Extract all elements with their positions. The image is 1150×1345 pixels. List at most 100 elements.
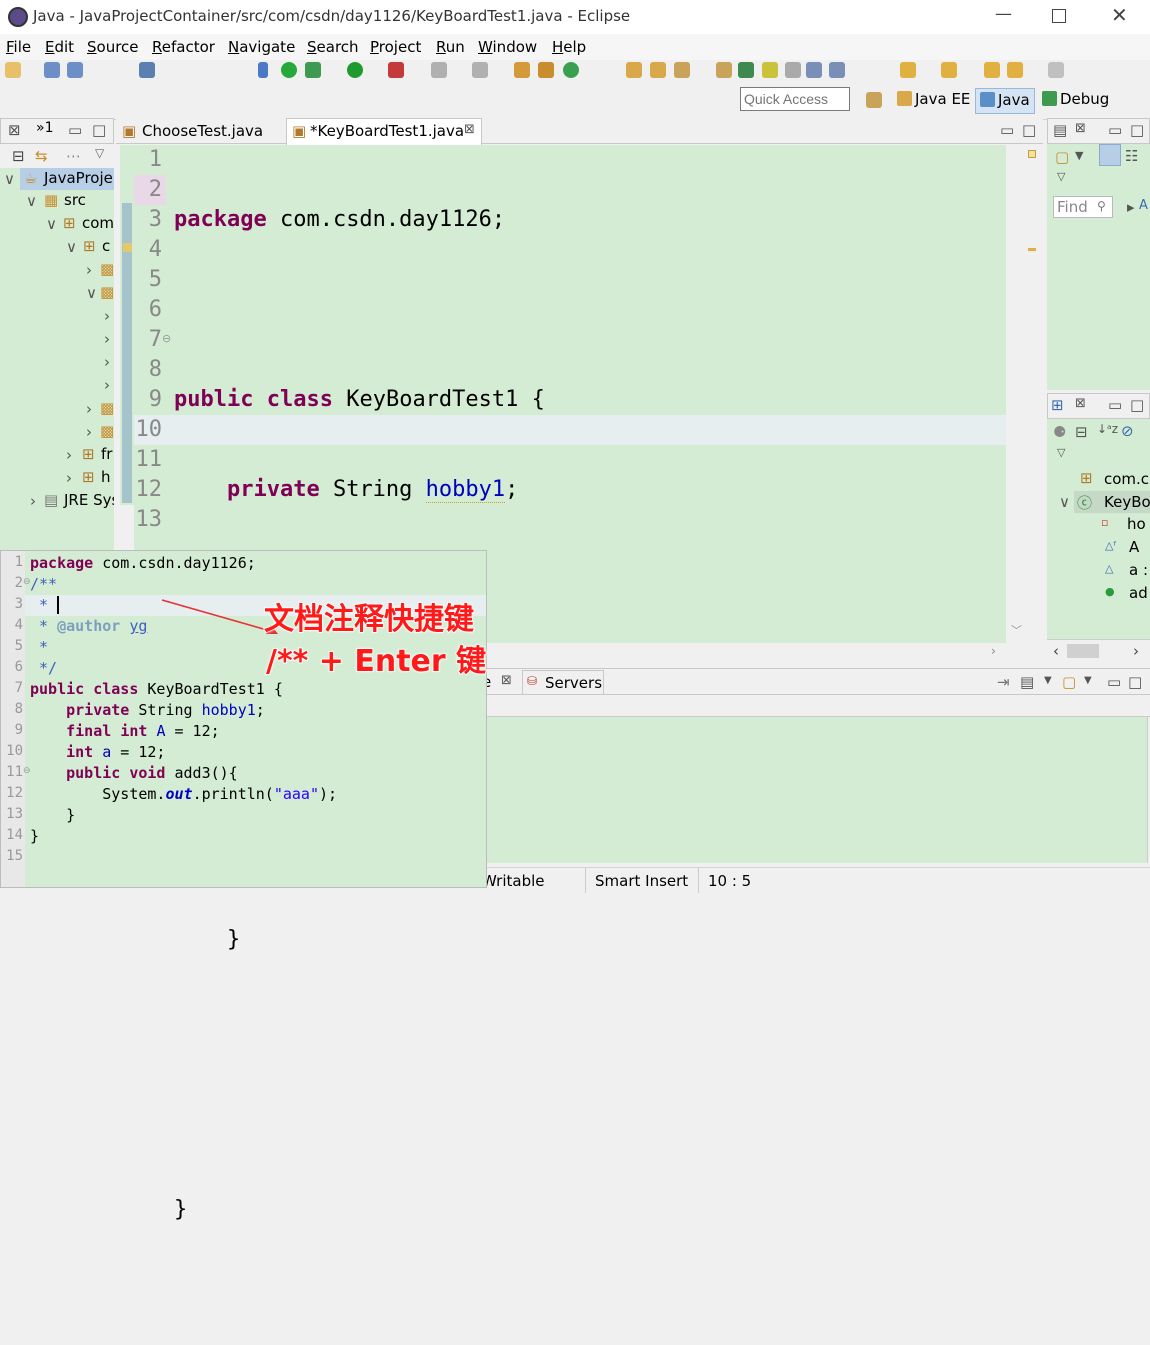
close-tab-icon[interactable]: ⊠ — [501, 673, 512, 688]
close-tab-icon[interactable]: ⊠ — [464, 122, 475, 137]
tree-item-jre[interactable]: JRE Sys — [64, 491, 114, 509]
new-icon[interactable] — [5, 62, 21, 78]
collapse-icon[interactable]: › — [86, 261, 92, 279]
collapse-all-icon[interactable]: ⊟ — [1075, 423, 1088, 441]
highlight-icon[interactable] — [762, 62, 778, 78]
minimize-editor-icon[interactable]: ▭ — [1000, 121, 1014, 139]
fold-icon[interactable]: ⊖ — [162, 332, 171, 345]
back-icon[interactable] — [1007, 62, 1023, 78]
save-icon[interactable] — [44, 62, 60, 78]
hide-nonpublic-icon[interactable]: ⊘ — [1121, 422, 1134, 440]
task-list-icon[interactable]: ▤ — [1053, 121, 1067, 139]
view-menu-icon[interactable]: ▽ — [1057, 170, 1065, 183]
all-icon[interactable]: A — [1139, 198, 1148, 213]
perspective-java[interactable]: Java — [975, 88, 1035, 114]
chevron-down-icon[interactable]: ▼ — [1084, 675, 1092, 686]
terminal-icon[interactable] — [139, 62, 155, 78]
tab-keyboardtest1[interactable]: ▣ *KeyBoardTest1.java ⊠ — [286, 118, 482, 145]
run-icon[interactable] — [347, 62, 363, 78]
minimize-view-icon[interactable]: ▭ — [1108, 396, 1122, 414]
search-icon[interactable] — [674, 62, 690, 78]
collapse-icon[interactable]: › — [66, 469, 72, 487]
menu-help[interactable]: Help — [552, 38, 586, 56]
scroll-right-icon[interactable]: › — [1133, 642, 1139, 660]
view-menu-icon[interactable]: ⋯ — [66, 147, 81, 165]
next-annotation-icon[interactable] — [900, 62, 916, 78]
hide-fields-icon[interactable]: ⚈ — [1053, 423, 1066, 441]
open-task-icon[interactable] — [650, 62, 666, 78]
quick-access-input[interactable] — [740, 87, 850, 111]
minimize-view-icon[interactable]: ▭ — [1107, 673, 1121, 691]
collapse-icon[interactable]: › — [66, 446, 72, 464]
collapse-icon[interactable]: › — [86, 400, 92, 418]
skip-breakpoints-icon[interactable] — [258, 62, 268, 78]
filter-icon[interactable] — [1099, 144, 1121, 166]
collapse-icon[interactable]: › — [104, 353, 110, 371]
maximize-view-icon[interactable]: □ — [1130, 121, 1144, 139]
link-editor-icon[interactable]: ⇆ — [35, 147, 48, 165]
perspective-debug[interactable]: Debug — [1038, 88, 1113, 114]
chevron-down-icon[interactable]: ▼ — [1075, 149, 1083, 162]
close-view-icon[interactable]: ⊠ — [1075, 396, 1086, 411]
menu-refactor[interactable]: Refactor — [152, 38, 215, 56]
menu-project[interactable]: Project — [370, 38, 421, 56]
collapse-all-icon[interactable]: ⊟ — [12, 147, 25, 165]
menu-search[interactable]: Search — [307, 38, 359, 56]
menu-source[interactable]: Source — [87, 38, 139, 56]
outline-item-A[interactable]: A — [1129, 538, 1139, 556]
show-whitespace-icon[interactable] — [806, 62, 822, 78]
horizontal-scrollbar[interactable]: › — [486, 643, 1006, 665]
menu-window[interactable]: Window — [478, 38, 537, 56]
expand-icon[interactable]: ∨ — [66, 238, 77, 256]
outline-item-package[interactable]: com.c — [1104, 470, 1149, 488]
tree-item-package[interactable]: com — [82, 214, 114, 232]
open-type-icon[interactable] — [626, 62, 642, 78]
expand-icon[interactable]: ∨ — [46, 215, 57, 233]
tab-choosetest[interactable]: ▣ ChooseTest.java — [118, 120, 286, 144]
collapse-icon[interactable]: › — [104, 307, 110, 325]
open-perspective-icon[interactable] — [866, 92, 882, 108]
scroll-left-icon[interactable]: ‹ — [1053, 642, 1059, 660]
collapse-icon[interactable]: › — [104, 376, 110, 394]
annotation-icon[interactable] — [716, 62, 732, 78]
scroll-down-icon[interactable]: ﹀ — [1011, 622, 1022, 638]
outline-scrollbar[interactable]: ‹ › — [1047, 639, 1150, 663]
menu-run[interactable]: Run — [436, 38, 465, 56]
outline-item-hobby[interactable]: ho — [1127, 515, 1146, 533]
outline-item-add3[interactable]: ad — [1129, 584, 1148, 602]
pin-console-icon[interactable]: ⇥ — [997, 673, 1010, 691]
warning-marker-icon[interactable] — [123, 243, 132, 252]
tree-item-project[interactable]: JavaProje — [44, 169, 113, 187]
new-class-icon[interactable] — [563, 62, 579, 78]
menu-file[interactable]: File — [6, 38, 31, 56]
maximize-editor-icon[interactable]: □ — [1022, 121, 1036, 139]
close-view-icon[interactable]: ⊠ — [1075, 121, 1086, 136]
outline-item-a[interactable]: a : — [1129, 561, 1148, 579]
mark-occurrences-icon[interactable] — [738, 62, 754, 78]
outline-icon[interactable]: ⊞ — [1051, 396, 1064, 414]
menu-edit[interactable]: Edit — [45, 38, 74, 56]
minimize-view-icon[interactable]: ▭ — [1108, 121, 1122, 139]
expand-icon[interactable]: ∨ — [4, 170, 15, 188]
maximize-view-icon[interactable]: □ — [92, 121, 106, 139]
new-java-project-icon[interactable] — [514, 62, 530, 78]
run-external-icon[interactable] — [388, 62, 404, 78]
maximize-icon[interactable] — [1052, 9, 1066, 23]
perspective-java-ee[interactable]: Java EE — [893, 88, 974, 114]
tree-item-src[interactable]: src — [64, 191, 86, 209]
previous-annotation-icon[interactable] — [941, 62, 957, 78]
paragraph-icon[interactable] — [829, 62, 845, 78]
minimize-icon[interactable]: — — [995, 4, 1012, 24]
chevron-down-icon[interactable]: ▽ — [95, 146, 104, 160]
close-view-icon[interactable]: ⊠ — [8, 121, 21, 139]
collapse-icon[interactable]: › — [30, 492, 36, 510]
maximize-view-icon[interactable]: □ — [1128, 673, 1142, 691]
view-menu-icon[interactable]: ▽ — [1057, 446, 1065, 459]
tree-item-fr[interactable]: fr — [101, 445, 112, 463]
expand-icon[interactable]: ∨ — [1059, 493, 1070, 511]
block-selection-icon[interactable] — [785, 62, 801, 78]
chevron-down-icon[interactable]: ▼ — [1044, 675, 1052, 686]
maximize-view-icon[interactable]: □ — [1130, 396, 1144, 414]
display-console-icon[interactable]: ▤ — [1020, 673, 1034, 691]
tree-item-h[interactable]: h — [101, 468, 111, 486]
